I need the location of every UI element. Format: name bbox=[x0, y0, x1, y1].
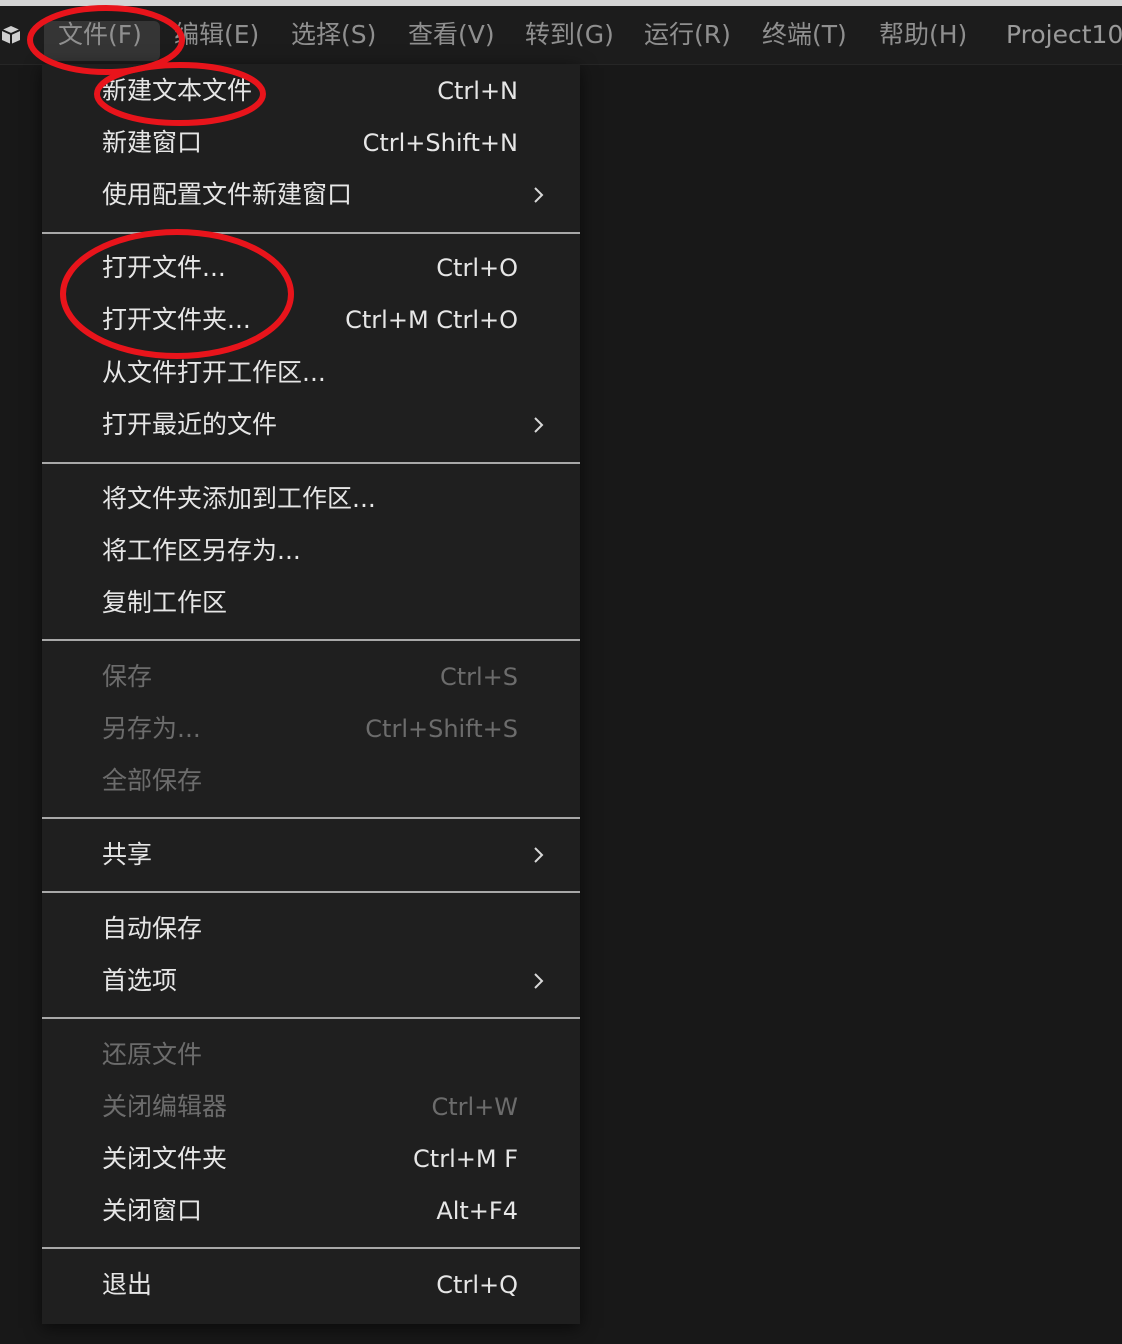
app-icon[interactable] bbox=[0, 24, 22, 46]
menu-item-label: 自动保存 bbox=[102, 914, 203, 943]
chevron-right-icon bbox=[534, 847, 544, 863]
menu-item-label: 关闭文件夹 bbox=[102, 1144, 228, 1173]
menu-item-auto-save[interactable]: 自动保存 bbox=[42, 905, 580, 953]
menu-item-label: 新建窗口 bbox=[102, 128, 203, 157]
screen: 文件(F) 编辑(E) 选择(S) 查看(V) 转到(G) 运行(R) 终端(T… bbox=[0, 0, 1122, 1344]
menubar-help[interactable]: 帮助(H) bbox=[879, 6, 967, 64]
menu-item-label: 从文件打开工作区... bbox=[102, 358, 326, 387]
menu-separator bbox=[42, 891, 580, 893]
menu-item-open-workspace-from-file[interactable]: 从文件打开工作区... bbox=[42, 349, 580, 397]
menu-item-close-folder[interactable]: 关闭文件夹 Ctrl+M F bbox=[42, 1135, 580, 1183]
menu-item-shortcut: Alt+F4 bbox=[436, 1197, 518, 1225]
menu-item-new-window[interactable]: 新建窗口 Ctrl+Shift+N bbox=[42, 119, 580, 167]
menu-item-close-editor: 关闭编辑器 Ctrl+W bbox=[42, 1083, 580, 1131]
menu-item-label: 全部保存 bbox=[102, 766, 203, 795]
menu-item-shortcut: Ctrl+W bbox=[431, 1093, 518, 1121]
chevron-right-icon bbox=[534, 417, 544, 433]
menu-item-label: 将工作区另存为... bbox=[102, 536, 301, 565]
menu-item-duplicate-workspace[interactable]: 复制工作区 bbox=[42, 579, 580, 627]
menu-item-open-folder[interactable]: 打开文件夹... Ctrl+M Ctrl+O bbox=[42, 296, 580, 344]
menu-item-label: 另存为... bbox=[102, 714, 201, 743]
menu-item-save-all: 全部保存 bbox=[42, 757, 580, 805]
menu-item-revert-file: 还原文件 bbox=[42, 1031, 580, 1079]
menu-item-save-workspace-as[interactable]: 将工作区另存为... bbox=[42, 527, 580, 575]
menubar-go[interactable]: 转到(G) bbox=[525, 6, 614, 64]
menu-item-label: 新建文本文件 bbox=[102, 76, 253, 105]
menubar-edit[interactable]: 编辑(E) bbox=[174, 6, 259, 64]
menu-item-preferences[interactable]: 首选项 bbox=[42, 957, 580, 1005]
menu-item-shortcut: Ctrl+Q bbox=[436, 1271, 518, 1299]
menu-item-label: 还原文件 bbox=[102, 1040, 203, 1069]
menu-item-label: 复制工作区 bbox=[102, 588, 228, 617]
menu-item-shortcut: Ctrl+O bbox=[436, 254, 518, 282]
window-title: Project10 bbox=[1006, 20, 1122, 49]
menu-item-label: 首选项 bbox=[102, 966, 178, 995]
menu-item-label: 关闭窗口 bbox=[102, 1196, 203, 1225]
menu-item-label: 打开最近的文件 bbox=[102, 410, 278, 439]
menu-item-shortcut: Ctrl+Shift+N bbox=[362, 129, 518, 157]
menu-item-close-window[interactable]: 关闭窗口 Alt+F4 bbox=[42, 1187, 580, 1235]
menubar-file[interactable]: 文件(F) bbox=[58, 6, 142, 64]
menu-item-shortcut: Ctrl+M F bbox=[413, 1145, 518, 1173]
menu-item-label: 退出 bbox=[102, 1270, 153, 1299]
menubar-terminal[interactable]: 终端(T) bbox=[762, 6, 847, 64]
menubar-view[interactable]: 查看(V) bbox=[408, 6, 495, 64]
menu-item-open-recent[interactable]: 打开最近的文件 bbox=[42, 401, 580, 449]
menu-separator bbox=[42, 1247, 580, 1249]
menu-separator bbox=[42, 232, 580, 234]
menu-item-save: 保存 Ctrl+S bbox=[42, 653, 580, 701]
menu-item-label: 保存 bbox=[102, 662, 153, 691]
menu-item-label: 打开文件... bbox=[102, 253, 226, 282]
file-menu-dropdown: 新建文本文件 Ctrl+N 新建窗口 Ctrl+Shift+N 使用配置文件新建… bbox=[42, 64, 580, 1324]
menubar-run[interactable]: 运行(R) bbox=[644, 6, 731, 64]
menubar-selection[interactable]: 选择(S) bbox=[291, 6, 376, 64]
chevron-right-icon bbox=[534, 973, 544, 989]
menu-item-label: 关闭编辑器 bbox=[102, 1092, 228, 1121]
chevron-right-icon bbox=[534, 187, 544, 203]
menu-item-new-text-file[interactable]: 新建文本文件 Ctrl+N bbox=[42, 67, 580, 115]
menu-item-shortcut: Ctrl+S bbox=[439, 663, 518, 691]
menu-separator bbox=[42, 462, 580, 464]
menu-separator bbox=[42, 1017, 580, 1019]
menu-item-open-file[interactable]: 打开文件... Ctrl+O bbox=[42, 244, 580, 292]
menu-separator bbox=[42, 639, 580, 641]
menu-item-save-as: 另存为... Ctrl+Shift+S bbox=[42, 705, 580, 753]
menu-item-label: 共享 bbox=[102, 840, 153, 869]
menubar: 文件(F) 编辑(E) 选择(S) 查看(V) 转到(G) 运行(R) 终端(T… bbox=[0, 6, 1122, 65]
menu-item-exit[interactable]: 退出 Ctrl+Q bbox=[42, 1261, 580, 1309]
menu-item-label: 将文件夹添加到工作区... bbox=[102, 484, 376, 513]
menu-item-share[interactable]: 共享 bbox=[42, 831, 580, 879]
menu-item-shortcut: Ctrl+Shift+S bbox=[365, 715, 518, 743]
menu-item-label: 打开文件夹... bbox=[102, 305, 251, 334]
menu-item-shortcut: Ctrl+N bbox=[437, 77, 518, 105]
menu-item-shortcut: Ctrl+M Ctrl+O bbox=[345, 306, 518, 334]
menu-item-new-window-with-profile[interactable]: 使用配置文件新建窗口 bbox=[42, 171, 580, 219]
menu-item-add-folder-to-workspace[interactable]: 将文件夹添加到工作区... bbox=[42, 475, 580, 523]
menu-separator bbox=[42, 817, 580, 819]
menu-item-label: 使用配置文件新建窗口 bbox=[102, 180, 353, 209]
